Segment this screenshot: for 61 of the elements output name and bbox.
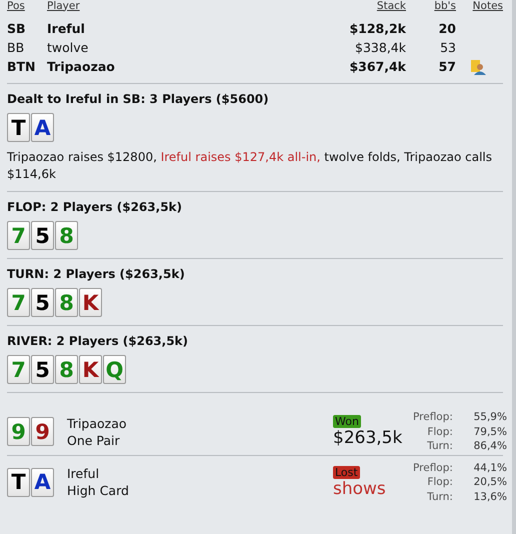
- result-badge: Lost: [333, 466, 360, 479]
- equity-value: 13,6%: [472, 490, 507, 504]
- equity-value: 44,1%: [472, 460, 507, 475]
- player-name: Ireful: [47, 21, 86, 36]
- playing-card: 7: [7, 221, 30, 250]
- playing-card: 7: [7, 288, 30, 317]
- playing-card: 9: [31, 417, 54, 446]
- position-cell-text: BB: [7, 40, 26, 55]
- playing-card: 5: [31, 288, 54, 317]
- equity-label: Turn:: [426, 439, 454, 454]
- equity-value: 86,4%: [472, 439, 507, 454]
- hand-rank: One Pair: [67, 432, 121, 449]
- stack-cell-text: $128,2k: [348, 21, 406, 36]
- equity-label: Flop:: [426, 475, 454, 490]
- equity-label: Flop:: [426, 424, 454, 439]
- position-cell-text: SB: [7, 21, 27, 36]
- stack-cell-text: $367,4k: [348, 59, 406, 74]
- street-title: TURN: 2 Players ($263,5k): [7, 267, 186, 281]
- result-amount: $263,5k: [333, 428, 402, 448]
- player-name: Ireful: [67, 465, 100, 482]
- playing-card: A: [31, 468, 54, 497]
- playing-card: K: [79, 288, 102, 317]
- playing-card: K: [79, 355, 102, 384]
- playing-card: Q: [103, 355, 126, 384]
- playing-card: 7: [7, 355, 30, 384]
- big-blinds-cell-text: 53: [439, 40, 456, 55]
- result-badge: Won: [333, 415, 361, 428]
- playing-card: 8: [55, 221, 78, 250]
- column-header: Notes: [472, 0, 503, 12]
- equity-value: 20,5%: [472, 475, 507, 490]
- big-blinds-cell-text: 20: [438, 21, 456, 36]
- big-blinds-cell-text: 57: [438, 59, 456, 74]
- street-title: Dealt to Ireful in SB: 3 Players ($5600): [7, 92, 270, 106]
- equity-label: Preflop:: [413, 460, 454, 475]
- street-title: FLOP: 2 Players ($263,5k): [7, 200, 184, 214]
- hand-rank: High Card: [67, 482, 130, 500]
- playing-card: T: [7, 468, 30, 497]
- column-header: Player: [47, 0, 81, 12]
- stack-cell-text: $338,4k: [354, 40, 406, 55]
- result-amount: shows: [333, 478, 386, 499]
- player-name: twolve: [47, 40, 90, 55]
- position-cell-text: BTN: [7, 59, 37, 74]
- playing-card: 8: [55, 288, 78, 317]
- equity-label: Turn:: [426, 490, 454, 504]
- playing-card: 5: [31, 221, 54, 250]
- equity-label: Preflop:: [413, 410, 454, 424]
- note-person-icon[interactable]: [470, 58, 486, 74]
- playing-card: 8: [55, 355, 78, 384]
- column-header: Stack: [376, 0, 406, 12]
- playing-card: A: [31, 113, 54, 142]
- playing-card: T: [7, 113, 30, 142]
- playing-card: 5: [31, 355, 54, 384]
- equity-value: 55,9%: [472, 410, 507, 424]
- action-text: Tripaozao raises $12800, Ireful raises $127,4k all-in, twolve folds, Tripaozao calls $114,6k: [7, 149, 494, 183]
- equity-value: 79,5%: [472, 424, 507, 439]
- street-title: RIVER: 2 Players ($263,5k): [7, 334, 190, 348]
- column-header: Pos: [7, 0, 26, 12]
- player-name: Tripaozao: [47, 59, 116, 74]
- playing-card: 9: [7, 417, 30, 446]
- player-name: Tripaozao: [67, 414, 128, 432]
- column-header: bb's: [433, 0, 456, 12]
